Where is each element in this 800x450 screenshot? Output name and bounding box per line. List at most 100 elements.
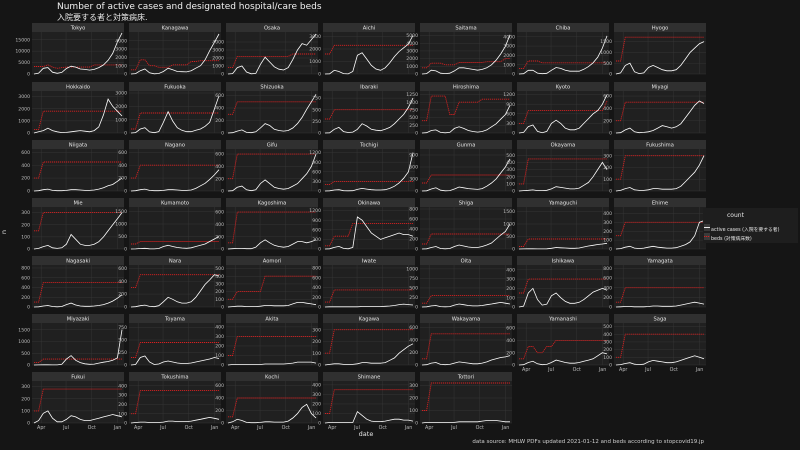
facet-ishikawa: Ishikawa 0 100 200 300 400	[506, 256, 609, 311]
y-tick-label: 500	[409, 286, 418, 292]
y-tick-label: 750	[409, 276, 418, 282]
y-tick-label: 600	[409, 165, 418, 171]
y-tick-label: 300	[409, 383, 418, 389]
y-tick-label: 400	[215, 325, 224, 331]
facet-label: Oita	[461, 259, 472, 265]
facet-label: Ibaraki	[360, 85, 378, 91]
facet-shimane: Shimane 0 100 200 300 400	[312, 372, 415, 427]
y-tick-label: 800	[409, 207, 418, 213]
x-tick-label: Oct	[185, 425, 193, 431]
y-tick-label: 800	[21, 266, 30, 272]
facet-iwate: Iwate 0 200 400 600 800	[312, 256, 415, 311]
y-tick-label: 1500	[600, 39, 612, 45]
y-tick-label: 200	[215, 289, 224, 295]
y-tick-label: 2000	[18, 106, 30, 112]
facet-label: Kochi	[265, 375, 279, 381]
facet-panel	[323, 149, 415, 191]
y-tick-label: 400	[215, 222, 224, 228]
y-tick-label: 750	[409, 108, 418, 114]
facet-label: Hiroshima	[453, 85, 479, 91]
facet-label: Yamagata	[646, 259, 673, 265]
facet-label: Aichi	[363, 26, 376, 32]
facet-panel	[614, 323, 706, 365]
y-tick-label: 200	[409, 237, 418, 243]
y-tick-label: 200	[409, 350, 418, 356]
y-tick-label: 200	[118, 176, 127, 182]
y-tick-label: 0	[512, 363, 515, 369]
y-tick-label: 1200	[503, 92, 515, 98]
y-tick-label: 3000	[115, 47, 127, 53]
y-tick-label: 1250	[406, 92, 418, 98]
y-tick-label: 400	[215, 396, 224, 402]
facet-tottori: Tottori 0 100 200 300	[409, 372, 512, 427]
facet-label: Nara	[169, 259, 181, 265]
y-tick-label: 400	[215, 106, 224, 112]
y-tick-label: 200	[312, 295, 321, 301]
y-tick-label: 900	[506, 102, 515, 108]
facet-panel	[323, 265, 415, 307]
facet-miyazaki: Miyazaki 0 500 1000 1500	[18, 314, 124, 369]
y-tick-label: 4000	[406, 41, 418, 47]
facet-label: Kyoto	[556, 85, 570, 91]
y-tick-label: 2000	[406, 56, 418, 62]
x-tick-label: Jul	[62, 425, 69, 431]
facet-label: Tochigi	[359, 143, 378, 149]
y-tick-label: 400	[215, 164, 224, 170]
facet-okinawa: Okinawa 0 300 600 900 1200	[309, 198, 415, 253]
y-tick-label: 500	[506, 153, 515, 159]
y-tick-label: 1000	[309, 59, 321, 65]
facet-panel	[129, 32, 221, 74]
y-tick-label: 0	[124, 189, 127, 195]
y-tick-label: 250	[118, 350, 127, 356]
y-tick-label: 400	[506, 338, 515, 344]
facet-label: Hokkaido	[66, 85, 90, 91]
facet-label: Hyogo	[652, 26, 669, 32]
y-tick-label: 600	[603, 94, 612, 100]
y-tick-label: 400	[409, 338, 418, 344]
facet-kanagawa: Kanagawa 0 1000 2000 3000 4000	[115, 23, 221, 78]
facet-label: Okinawa	[358, 201, 380, 207]
y-tick-label: 0	[318, 305, 321, 311]
y-tick-label: 100	[506, 181, 515, 187]
y-tick-label: 0	[124, 72, 127, 78]
y-tick-label: 600	[603, 276, 612, 282]
y-tick-label: 600	[215, 152, 224, 158]
facet-label: Osaka	[264, 26, 280, 32]
x-tick-label: Oct	[282, 425, 290, 431]
y-tick-label: 300	[603, 220, 612, 226]
y-tick-label: 10000	[15, 49, 30, 55]
y-tick-label: 400	[506, 160, 515, 166]
facet-panel	[226, 207, 318, 249]
facet-chiba: Chiba 0 1000 2000 3000 4000	[503, 23, 609, 78]
facet-hiroshima: Hiroshima 0 250 500750 1000 1250	[406, 82, 512, 137]
facet-okayama: Okayama0100200300400500	[506, 140, 609, 195]
y-tick-label: 0	[124, 247, 127, 253]
y-tick-label: 400	[603, 106, 612, 112]
facet-panel	[614, 265, 706, 307]
y-tick-label: 900	[312, 160, 321, 166]
y-tick-label: 4000	[115, 38, 127, 44]
facet-panel	[420, 381, 512, 423]
y-tick-label: 100	[603, 177, 612, 183]
x-axis-label: date	[359, 430, 374, 438]
y-tick-label: 1000	[406, 64, 418, 70]
facet-hokkaido: Hokkaido 0 1000 2000 3000	[18, 82, 124, 137]
y-tick-label: 600	[215, 383, 224, 389]
y-tick-label: 500	[312, 107, 321, 113]
x-tick-label: Jul	[159, 425, 166, 431]
y-tick-label: 100	[312, 351, 321, 357]
facet-aomori: Aomori0100200300400500	[215, 256, 318, 311]
y-tick-label: 0	[512, 247, 515, 253]
y-tick-label: 200	[506, 174, 515, 180]
y-tick-label: 0	[27, 305, 30, 311]
x-tick-label: Apr	[328, 425, 336, 431]
y-tick-label: 0	[512, 72, 515, 78]
facet-label: Tokushima	[160, 375, 188, 381]
y-axis-label: n	[0, 230, 8, 234]
facet-panel	[226, 149, 318, 191]
y-tick-label: 0	[318, 247, 321, 253]
facet-panel	[226, 381, 318, 423]
y-tick-label: 2000	[309, 47, 321, 53]
y-tick-label: 3000	[503, 44, 515, 50]
y-tick-label: 300	[118, 393, 127, 399]
